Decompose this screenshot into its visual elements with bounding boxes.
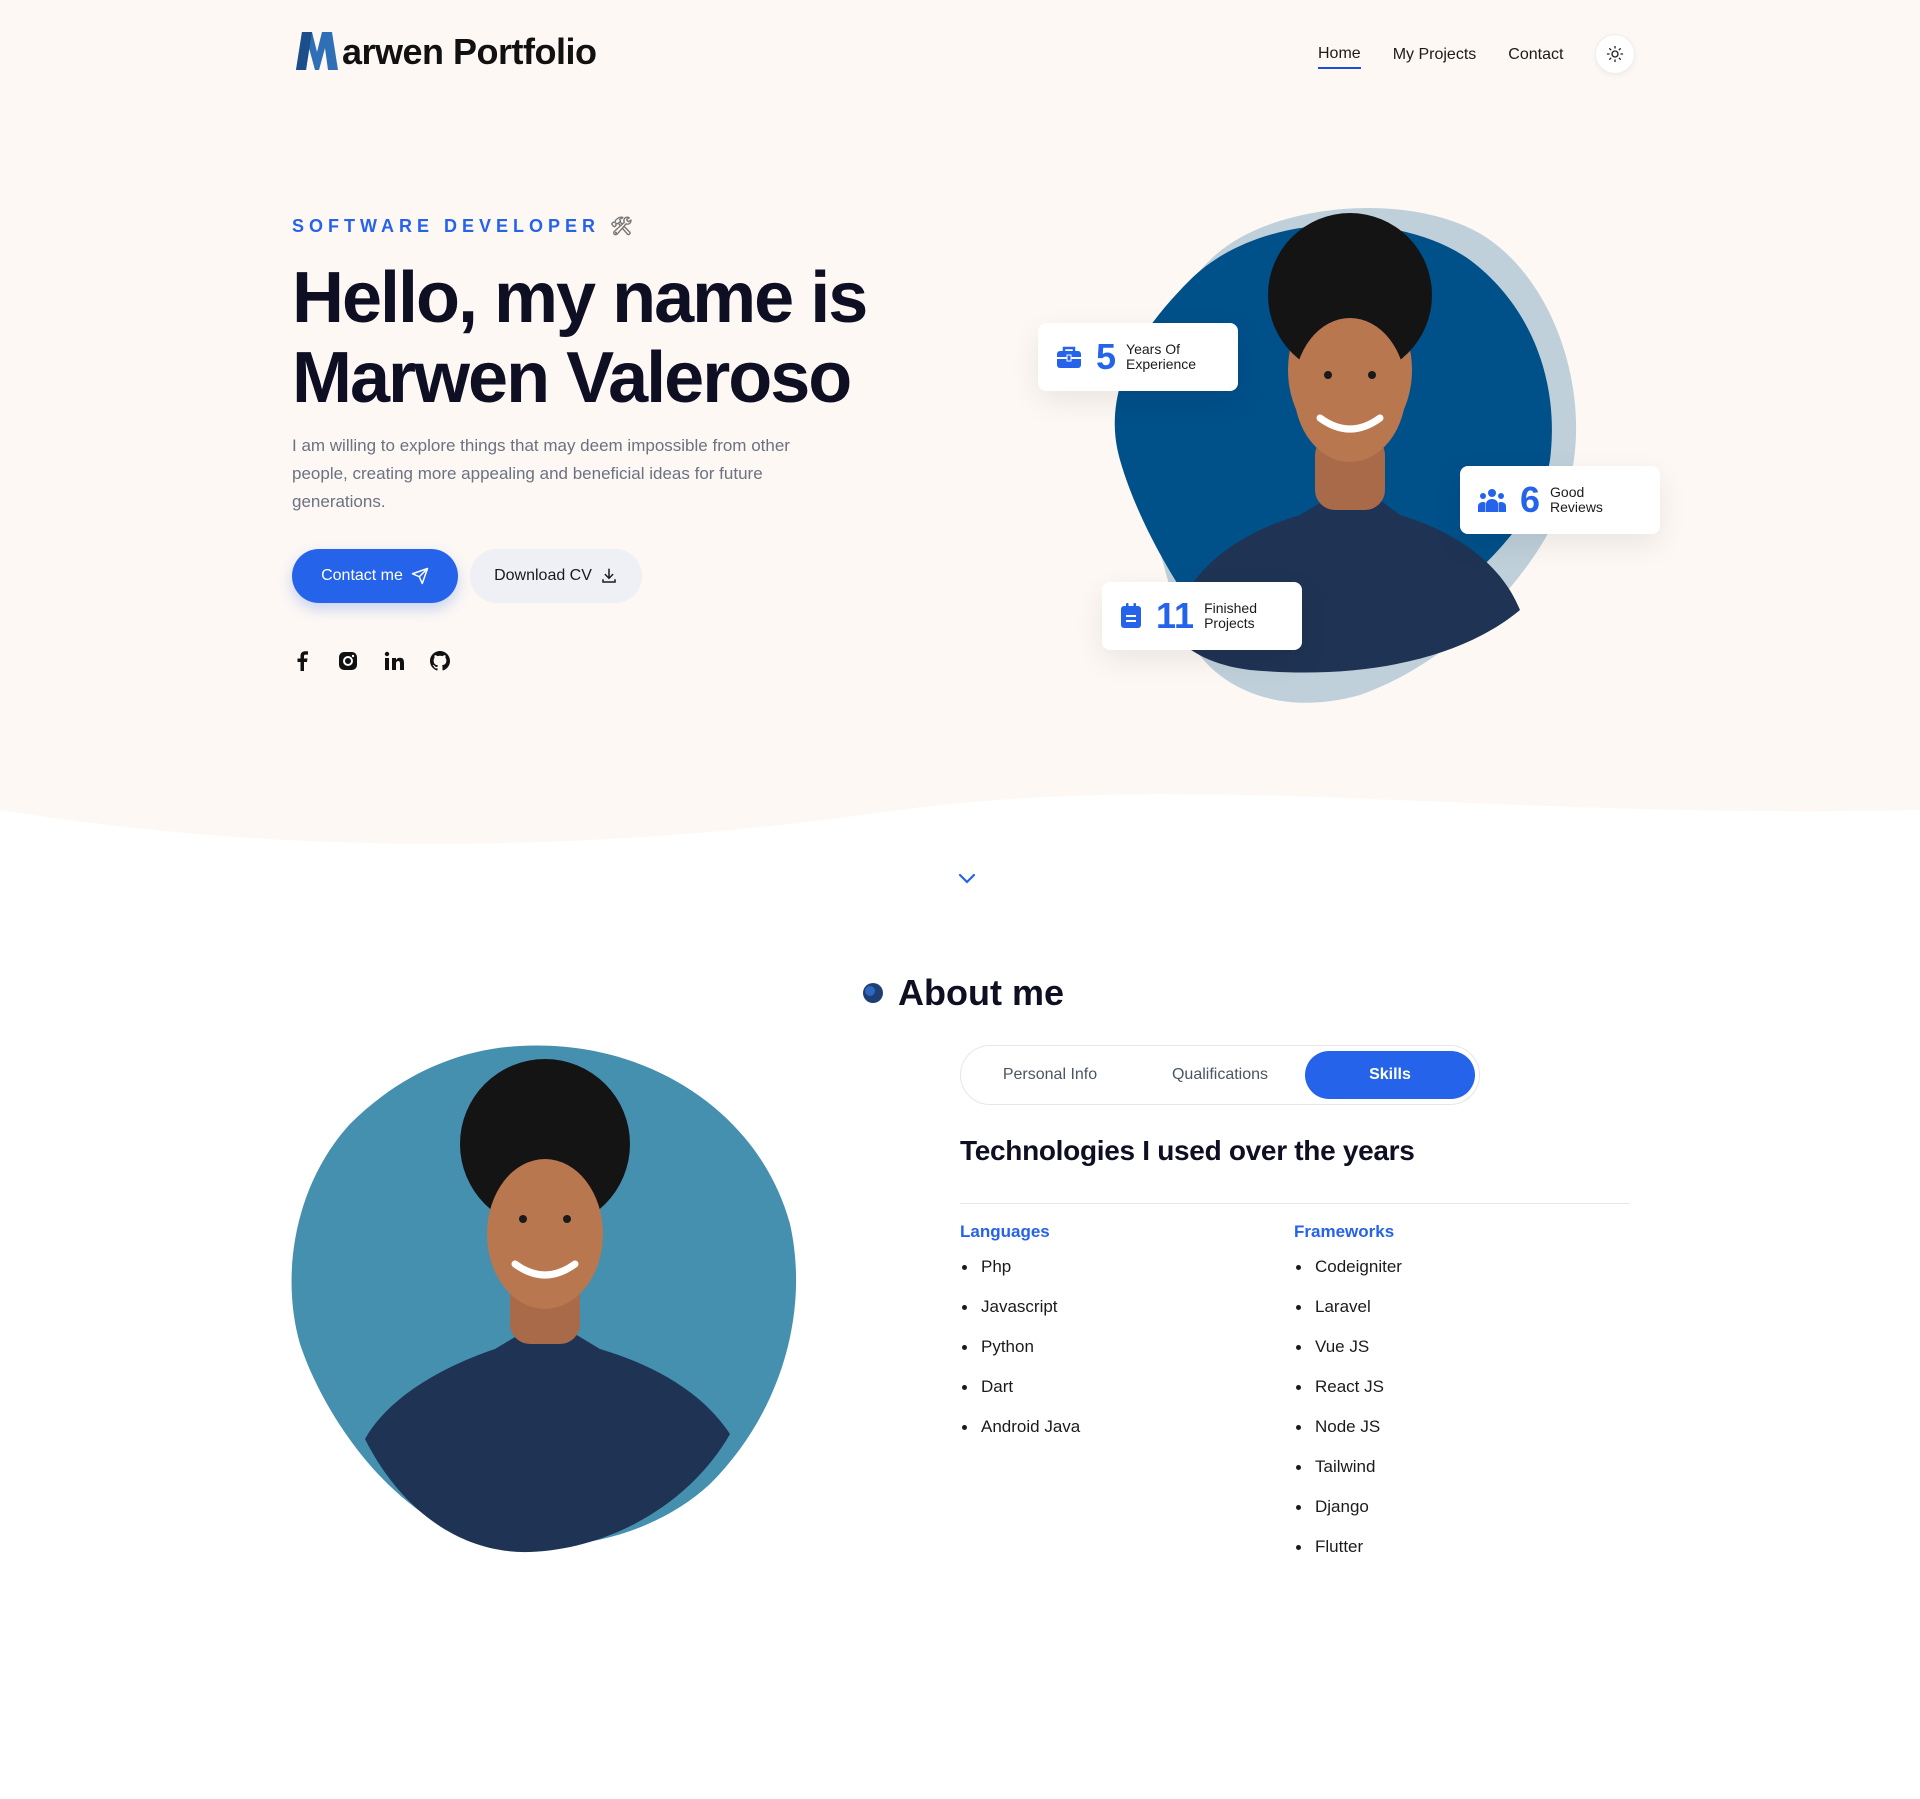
hero-headline: Hello, my name is Marwen Valeroso (292, 258, 912, 418)
facebook-icon[interactable] (292, 650, 312, 672)
skills-title: Technologies I used over the years (960, 1135, 1415, 1166)
about-profile-image (291, 1045, 797, 1553)
stat-number: 6 (1520, 479, 1541, 520)
stat-label: Finished Projects (1204, 600, 1257, 631)
theme-toggle-button[interactable] (1595, 34, 1636, 74)
clipboard-icon (1121, 603, 1141, 628)
main-nav: Home My Projects Contact (1318, 34, 1636, 74)
send-icon (411, 567, 429, 585)
frameworks-title: Frameworks (1294, 1222, 1395, 1241)
download-cv-label: Download CV (494, 567, 592, 584)
about-title: About me (898, 972, 1064, 1013)
headline-line-1: Hello, my name is (292, 258, 868, 338)
hero-intro: I am willing to explore things that may … (292, 436, 790, 511)
language-item: Php (960, 1252, 1080, 1292)
languages-list: Php Javascript Python Dart Android Java (960, 1252, 1080, 1452)
download-cv-button[interactable]: Download CV (470, 549, 642, 603)
instagram-icon[interactable] (338, 650, 358, 672)
about-heading: About me (862, 972, 1064, 1014)
frameworks-list: Codeigniter Laravel Vue JS React JS Node JS T… (1294, 1252, 1402, 1572)
language-item: Python (960, 1332, 1080, 1372)
users-icon (1478, 489, 1506, 512)
stat-number: 5 (1096, 336, 1117, 377)
framework-item: Laravel (1294, 1292, 1402, 1332)
github-icon[interactable] (430, 650, 450, 672)
languages-title: Languages (960, 1222, 1050, 1241)
nav-my-projects[interactable]: My Projects (1393, 46, 1477, 68)
briefcase-icon (1057, 346, 1081, 368)
framework-item: Django (1294, 1492, 1402, 1532)
framework-item: Vue JS (1294, 1332, 1402, 1372)
site-logo[interactable]: arwen Portfolio (294, 30, 597, 74)
social-links (292, 650, 450, 672)
sun-icon (1607, 45, 1624, 63)
language-item: Dart (960, 1372, 1080, 1412)
stat-label: Good Reviews (1550, 484, 1603, 515)
logo-mark-icon (296, 32, 338, 70)
wave-divider (0, 794, 1920, 920)
about-bullet-icon (863, 983, 883, 1003)
linkedin-icon[interactable] (384, 650, 404, 672)
chevron-down-icon (958, 873, 976, 884)
framework-item: Tailwind (1294, 1452, 1402, 1492)
nav-home[interactable]: Home (1318, 45, 1361, 69)
logo-text: arwen Portfolio (342, 31, 597, 72)
language-item: Android Java (960, 1412, 1080, 1452)
role-label: SOFTWARE DEVELOPER 🛠 (292, 216, 633, 237)
scroll-down-button[interactable] (958, 872, 976, 890)
about-tabs: Personal Info Qualifications Skills (960, 1045, 1480, 1105)
tools-icon: 🛠 (610, 216, 633, 236)
download-icon (602, 568, 616, 583)
stat-card-projects: 11 Finished Projects (1102, 582, 1302, 650)
contact-me-label: Contact me (321, 567, 403, 584)
languages-column: Languages Php Javascript Python Dart Android… (960, 1222, 1080, 1452)
role-text: SOFTWARE DEVELOPER (292, 216, 601, 236)
tab-qualifications[interactable]: Qualifications (1135, 1051, 1305, 1099)
tab-skills[interactable]: Skills (1305, 1051, 1475, 1099)
nav-contact[interactable]: Contact (1508, 46, 1563, 68)
stat-card-experience: 5 Years Of Experience (1038, 323, 1238, 391)
frameworks-column: Frameworks Codeigniter Laravel Vue JS React… (1294, 1222, 1402, 1572)
framework-item: Codeigniter (1294, 1252, 1402, 1292)
framework-item: React JS (1294, 1372, 1402, 1412)
headline-line-2: Marwen Valeroso (292, 338, 852, 418)
framework-item: Node JS (1294, 1412, 1402, 1452)
stat-number: 11 (1156, 595, 1195, 636)
stat-label: Years Of Experience (1126, 341, 1197, 372)
stat-card-reviews: 6 Good Reviews (1460, 466, 1660, 534)
contact-me-button[interactable]: Contact me (292, 549, 458, 603)
language-item: Javascript (960, 1292, 1080, 1332)
tab-personal-info[interactable]: Personal Info (965, 1051, 1135, 1099)
skills-divider (960, 1203, 1630, 1204)
framework-item: Flutter (1294, 1532, 1402, 1572)
